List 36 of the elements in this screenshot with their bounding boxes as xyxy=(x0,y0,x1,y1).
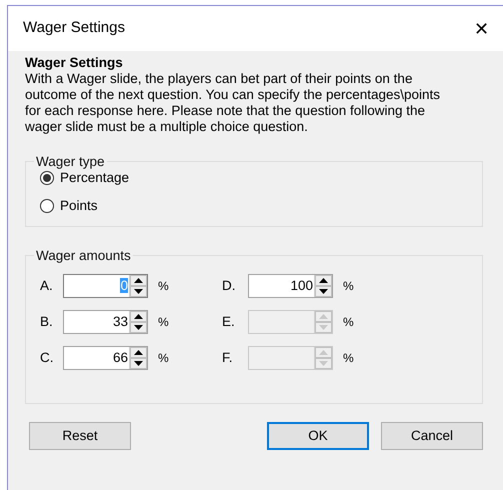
radio-button[interactable] xyxy=(40,171,54,185)
spin-down-icon[interactable] xyxy=(130,322,147,333)
unit-label: % xyxy=(342,278,355,295)
spin-down-icon[interactable] xyxy=(315,286,332,297)
spin-down-icon[interactable] xyxy=(130,358,147,369)
dialog-button[interactable]: Cancel xyxy=(381,422,483,450)
close-button[interactable]: ✕ xyxy=(470,20,493,38)
spin-down-icon[interactable] xyxy=(130,286,147,297)
unit-label: % xyxy=(157,314,170,331)
dialog-button[interactable]: OK xyxy=(267,422,369,450)
number-spinner[interactable]: 33 xyxy=(63,310,148,334)
spin-up-icon[interactable] xyxy=(130,347,147,358)
answer-label: F. xyxy=(222,348,234,367)
dialog-button[interactable]: Reset xyxy=(29,422,131,450)
radio-button[interactable] xyxy=(40,199,54,213)
window-title: Wager Settings xyxy=(23,18,125,38)
unit-label: % xyxy=(342,314,355,331)
answer-label: B. xyxy=(40,312,54,331)
description: With a Wager slide, the players can bet part of their points on the outcome of the next question. You can specify the percentages\points for each response here. Please note that the question following the wager slide must be a multiple choice question. xyxy=(25,71,442,135)
group-legend: Wager type xyxy=(34,154,107,169)
number-spinner[interactable]: 66 xyxy=(63,346,148,370)
number-spinner[interactable]: 100 xyxy=(248,274,333,298)
spin-up-icon[interactable] xyxy=(130,275,147,286)
unit-label: % xyxy=(342,350,355,367)
spin-up-icon[interactable] xyxy=(315,275,332,286)
unit-label: % xyxy=(157,350,170,367)
answer-label: E. xyxy=(222,312,236,331)
radio-label[interactable]: Percentage xyxy=(60,168,130,188)
group-legend: Wager amounts xyxy=(34,248,133,263)
answer-label: A. xyxy=(40,276,54,295)
radio-label[interactable]: Points xyxy=(60,196,98,216)
spin-up-icon[interactable] xyxy=(130,311,147,322)
answer-label: D. xyxy=(222,276,236,295)
heading: Wager Settings xyxy=(25,55,124,71)
answer-label: C. xyxy=(40,348,54,367)
unit-label: % xyxy=(157,278,170,295)
